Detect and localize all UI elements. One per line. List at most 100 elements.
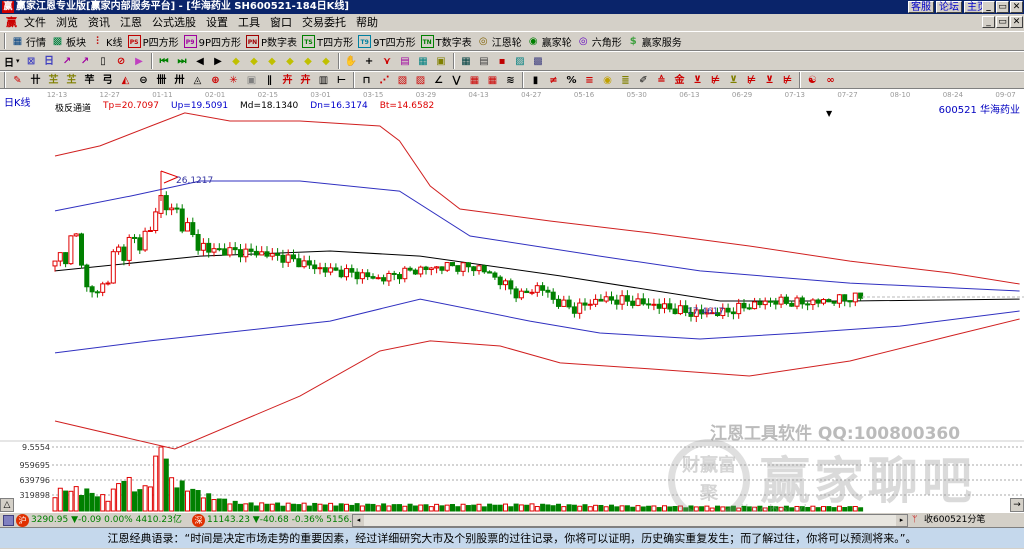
- restore-button[interactable]: ▭: [996, 1, 1009, 13]
- toolbar-button-4[interactable]: P9 9P四方形: [183, 34, 241, 49]
- pen-icon[interactable]: ✎: [11, 74, 24, 87]
- line-tool-1-icon[interactable]: 卄: [29, 74, 42, 87]
- percent-icon[interactable]: %: [565, 74, 578, 87]
- truck-icon[interactable]: ▩: [532, 55, 545, 68]
- child-restore-button[interactable]: ▭: [996, 16, 1009, 28]
- candle-type-icon[interactable]: ▯: [97, 55, 110, 68]
- line-tool-5-icon[interactable]: 弓: [101, 74, 114, 87]
- circle-tool-icon[interactable]: ⊖: [137, 74, 150, 87]
- hand-icon[interactable]: ✋: [345, 55, 358, 68]
- menu-item-0[interactable]: 文件: [19, 14, 51, 31]
- scroll-right-button[interactable]: →: [1010, 498, 1024, 512]
- save-icon[interactable]: ▪: [496, 55, 509, 68]
- angle6-icon[interactable]: ⊭: [745, 74, 758, 87]
- close-button[interactable]: ✕: [1010, 1, 1023, 13]
- calculator-icon[interactable]: [3, 515, 14, 526]
- line-tool-2-icon[interactable]: 芏: [47, 74, 60, 87]
- menu-item-9[interactable]: 帮助: [351, 14, 383, 31]
- last-icon[interactable]: ⏭: [176, 55, 189, 68]
- box-icon[interactable]: ▣: [245, 74, 258, 87]
- zoom-out-icon[interactable]: ◆: [248, 55, 261, 68]
- shenzhen-index[interactable]: 11143.23 ▼-40.68 -0.36% 5156.5: [207, 513, 358, 528]
- wave-icon[interactable]: ⋁: [450, 74, 463, 87]
- trend2-icon[interactable]: ↗: [79, 55, 92, 68]
- tick-data-link[interactable]: 收600521分笔: [924, 513, 985, 528]
- angle3-icon[interactable]: ⊻: [691, 74, 704, 87]
- grid2-icon[interactable]: 卉: [299, 74, 312, 87]
- angle4-icon[interactable]: ⊭: [709, 74, 722, 87]
- grid4-icon[interactable]: ▦: [486, 74, 499, 87]
- measure-icon[interactable]: ⊢: [335, 74, 348, 87]
- calendar2-icon[interactable]: ▣: [435, 55, 448, 68]
- parallel-icon[interactable]: 卌: [155, 74, 168, 87]
- toolbar-button-12[interactable]: $ 赢家服务: [627, 34, 682, 49]
- gann-fan-icon[interactable]: ⋰: [378, 74, 391, 87]
- right-icon[interactable]: ▶: [212, 55, 225, 68]
- menu-item-2[interactable]: 资讯: [83, 14, 115, 31]
- up-icon[interactable]: ◆: [302, 55, 315, 68]
- line-icon[interactable]: ⋎: [381, 55, 394, 68]
- first-icon[interactable]: ⏮: [158, 55, 171, 68]
- arc-icon[interactable]: ≙: [655, 74, 668, 87]
- day-icon[interactable]: 日: [43, 55, 56, 68]
- scroll-right-arrow[interactable]: ▸: [896, 515, 907, 526]
- calc-icon[interactable]: ▦: [460, 55, 473, 68]
- line-tool-3-icon[interactable]: 芏: [65, 74, 78, 87]
- toolbar-button-2[interactable]: ⫶ K线: [91, 34, 122, 49]
- menu-item-4[interactable]: 公式选股: [147, 14, 201, 31]
- fib-icon[interactable]: 卅: [173, 74, 186, 87]
- angle2-icon[interactable]: ∠: [432, 74, 445, 87]
- speed-line-icon[interactable]: ≠: [547, 74, 560, 87]
- horizontal-scrollbar[interactable]: ◂ ▸: [352, 514, 908, 527]
- calendar-icon[interactable]: ▤: [399, 55, 412, 68]
- toolbar-button-5[interactable]: PN P数字表: [246, 34, 297, 49]
- angle7-icon[interactable]: ⊻: [763, 74, 776, 87]
- toolbar-button-7[interactable]: T9 9T四方形: [358, 34, 416, 49]
- toolbar-button-6[interactable]: TS T四方形: [302, 34, 353, 49]
- coin-icon[interactable]: ◉: [601, 74, 614, 87]
- period-dropdown[interactable]: 日 ▾: [4, 54, 20, 69]
- toolbar-button-9[interactable]: ◎ 江恩轮: [477, 34, 522, 49]
- infinity-icon[interactable]: ∞: [824, 74, 837, 87]
- child-minimize-button[interactable]: _: [982, 16, 995, 28]
- flag-icon[interactable]: ▶: [133, 55, 146, 68]
- report-icon[interactable]: ▤: [478, 55, 491, 68]
- toolbar-button-10[interactable]: ◉ 赢家轮: [527, 34, 572, 49]
- shrink-icon[interactable]: ◆: [284, 55, 297, 68]
- customer-service-link[interactable]: 客服: [908, 1, 934, 13]
- line-tool-4-icon[interactable]: 芉: [83, 74, 96, 87]
- kline-chart[interactable]: 12-13 12-27 01-11 02-01 02-15 03-01 03-15 03-29…: [0, 88, 1024, 521]
- fan-icon[interactable]: 卉: [281, 74, 294, 87]
- expand-panel-button[interactable]: △: [0, 498, 14, 512]
- gold2-icon[interactable]: 金: [673, 74, 686, 87]
- toolbar-button-1[interactable]: ▩ 板块: [51, 34, 86, 49]
- target-icon[interactable]: ⊕: [209, 74, 222, 87]
- app-menu-icon[interactable]: 赢: [4, 14, 19, 31]
- triangle-icon[interactable]: ◬: [191, 74, 204, 87]
- star-icon[interactable]: ✳: [227, 74, 240, 87]
- toolbar-button-3[interactable]: PS P四方形: [127, 34, 179, 49]
- grid3-icon[interactable]: ▦: [468, 74, 481, 87]
- crosshair-icon[interactable]: +: [363, 55, 376, 68]
- down-icon[interactable]: ◆: [320, 55, 333, 68]
- gann-grid-icon[interactable]: ▨: [414, 74, 427, 87]
- gann-box-icon[interactable]: ▧: [396, 74, 409, 87]
- menu-item-8[interactable]: 交易委托: [297, 14, 351, 31]
- menu-item-3[interactable]: 江恩: [115, 14, 147, 31]
- menu-item-5[interactable]: 设置: [201, 14, 233, 31]
- percent-line-icon[interactable]: ≡: [583, 74, 596, 87]
- lines-icon[interactable]: ≋: [504, 74, 517, 87]
- gold-line-icon[interactable]: ≣: [619, 74, 632, 87]
- restore-icon[interactable]: ⊘: [115, 55, 128, 68]
- export-icon[interactable]: ▨: [514, 55, 527, 68]
- angle5-icon[interactable]: ⊻: [727, 74, 740, 87]
- pen2-icon[interactable]: ✐: [637, 74, 650, 87]
- toolbar-button-0[interactable]: ▦ 行情: [11, 34, 46, 49]
- kline-view-icon[interactable]: ⊠: [25, 55, 38, 68]
- cycle-icon[interactable]: ⊓: [360, 74, 373, 87]
- eraser-icon[interactable]: ◭: [119, 74, 132, 87]
- grid-icon[interactable]: ▦: [417, 55, 430, 68]
- menu-item-1[interactable]: 浏览: [51, 14, 83, 31]
- menu-item-6[interactable]: 工具: [233, 14, 265, 31]
- left-icon[interactable]: ◀: [194, 55, 207, 68]
